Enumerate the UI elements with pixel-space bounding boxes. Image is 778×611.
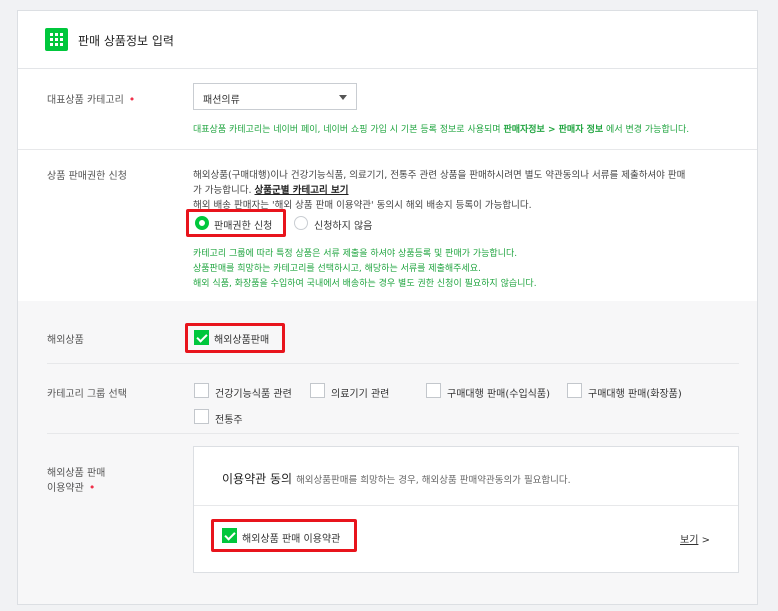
terms-title-text: 이용약관 동의: [222, 472, 293, 486]
category-label-text: 대표상품 카테고리: [47, 95, 124, 106]
highlight-box: [186, 209, 286, 237]
medical-device-checkbox[interactable]: [310, 383, 325, 398]
terms-title: 이용약관 동의 해외상품판매를 희망하는 경우, 해외상품 판매약관동의가 필요합…: [222, 470, 571, 487]
purchase-agency-food-label[interactable]: 구매대행 판매(수입식품): [447, 385, 550, 400]
divider: [194, 505, 738, 506]
traditional-liquor-label[interactable]: 전통주: [215, 411, 243, 426]
permission-desc-line2: 가 가능합니다. 상품군별 카테고리 보기: [193, 182, 349, 196]
chevron-down-icon: [339, 95, 347, 100]
category-note-prefix: 대표상품 카테고리는 네이버 페이, 네이버 쇼핑 가입 시 기본 등록 정보로…: [193, 125, 504, 135]
required-mark: •: [128, 93, 136, 106]
overseas-label: 해외상품: [47, 335, 84, 346]
terms-view-label: 보기: [680, 535, 699, 546]
category-label: 대표상품 카테고리 •: [47, 91, 135, 106]
medical-device-label[interactable]: 의료기기 관련: [331, 385, 389, 400]
required-mark: •: [88, 481, 96, 494]
permission-note-2: 상품판매를 희망하는 카테고리를 선택하시고, 해당하는 서류를 제출해주세요.: [193, 264, 481, 274]
terms-subtitle: 해외상품판매를 희망하는 경우, 해외상품 판매약관동의가 필요합니다.: [296, 475, 571, 486]
traditional-liquor-checkbox[interactable]: [194, 409, 209, 424]
purchase-agency-food-checkbox[interactable]: [426, 383, 441, 398]
category-note-suffix: 에서 변경 가능합니다.: [603, 125, 690, 135]
purchase-agency-cosmetics-label[interactable]: 구매대행 판매(화장품): [588, 385, 682, 400]
divider: [18, 149, 757, 150]
highlight-box: [211, 519, 357, 552]
product-info-panel: 판매 상품정보 입력 대표상품 카테고리 • 패션의류 대표상품 카테고리는 네이…: [17, 10, 758, 605]
grid-icon: [45, 28, 68, 51]
purchase-agency-cosmetics-checkbox[interactable]: [567, 383, 582, 398]
category-note: 대표상품 카테고리는 네이버 페이, 네이버 쇼핑 가입 시 기본 등록 정보로…: [193, 122, 689, 135]
highlight-box: [185, 323, 285, 353]
health-food-checkbox[interactable]: [194, 383, 209, 398]
terms-box: 이용약관 동의 해외상품판매를 희망하는 경우, 해외상품 판매약관동의가 필요합…: [193, 446, 739, 573]
category-select[interactable]: 패션의류: [193, 83, 357, 110]
category-view-link[interactable]: 상품군별 카테고리 보기: [255, 185, 349, 196]
permission-desc-line1: 해외상품(구매대행)이나 건강기능식품, 의료기기, 전통주 관련 상품을 판매…: [193, 170, 686, 181]
terms-label-line1: 해외상품 판매: [47, 468, 106, 479]
no-apply-radio[interactable]: [294, 216, 308, 230]
category-note-path: 판매자정보 > 판매자 정보: [503, 125, 604, 135]
health-food-label[interactable]: 건강기능식품 관련: [215, 385, 292, 400]
no-apply-label[interactable]: 신청하지 않음: [314, 217, 372, 232]
permission-desc-line2-text: 가 가능합니다.: [193, 185, 255, 196]
category-group-label: 카테고리 그룹 선택: [47, 389, 127, 400]
permission-note-1: 카테고리 그룹에 따라 특정 상품은 서류 제출을 하셔야 상품등록 및 판매가…: [193, 249, 518, 259]
permission-label: 상품 판매권한 신청: [47, 171, 127, 182]
divider: [47, 363, 739, 364]
chevron-right-icon: >: [701, 535, 710, 546]
terms-view-link[interactable]: 보기 >: [680, 531, 710, 546]
category-selected-value: 패션의류: [203, 95, 240, 106]
panel-header: 판매 상품정보 입력: [18, 11, 757, 69]
terms-label-line2: 이용약관 •: [47, 479, 95, 494]
panel-title: 판매 상품정보 입력: [78, 34, 174, 48]
divider: [47, 433, 739, 434]
permission-note-3: 해외 식품, 화장품을 수입하여 국내에서 배송하는 경우 별도 권한 신청이 …: [193, 279, 537, 289]
terms-label-line2-text: 이용약관: [47, 483, 84, 494]
